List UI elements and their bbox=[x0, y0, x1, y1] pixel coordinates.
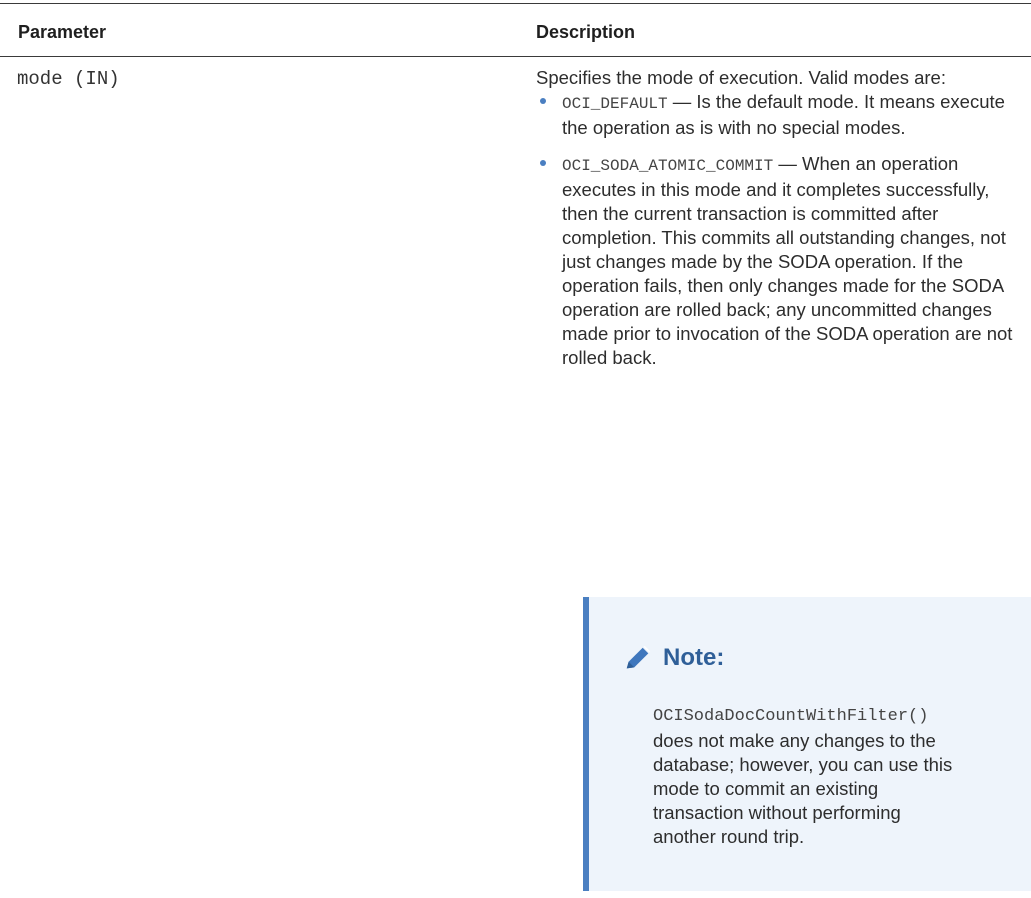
bullet-icon bbox=[540, 160, 546, 166]
mode-code: OCI_SODA_ATOMIC_COMMIT bbox=[562, 157, 774, 175]
parameter-cell: mode (IN) bbox=[17, 68, 120, 90]
description-intro: Specifies the mode of execution. Valid m… bbox=[536, 67, 946, 88]
note-text: does not make any changes to the databas… bbox=[653, 730, 953, 847]
note-body: OCISodaDocCountWithFilter() does not mak… bbox=[653, 702, 953, 849]
note-header: Note: bbox=[623, 643, 724, 673]
header-description: Description bbox=[536, 22, 636, 42]
mode-code: OCI_DEFAULT bbox=[562, 95, 668, 113]
description-cell: Specifies the mode of execution. Valid m… bbox=[536, 66, 1026, 370]
note-code: OCISodaDocCountWithFilter() bbox=[653, 707, 929, 726]
list-item: OCI_DEFAULT — Is the default mode. It me… bbox=[536, 90, 1026, 140]
note-box: Note: OCISodaDocCountWithFilter() does n… bbox=[583, 597, 1031, 891]
list-item: OCI_SODA_ATOMIC_COMMIT — When an operati… bbox=[536, 152, 1026, 370]
header-parameter: Parameter bbox=[18, 22, 107, 42]
mode-text: — When an operation executes in this mod… bbox=[562, 153, 1013, 368]
table-top-rule bbox=[0, 3, 1031, 4]
bullet-icon bbox=[540, 98, 546, 104]
note-title: Note: bbox=[663, 644, 725, 671]
table-header-rule bbox=[0, 56, 1031, 57]
pencil-icon bbox=[626, 645, 651, 669]
modes-list: OCI_DEFAULT — Is the default mode. It me… bbox=[536, 90, 1026, 370]
